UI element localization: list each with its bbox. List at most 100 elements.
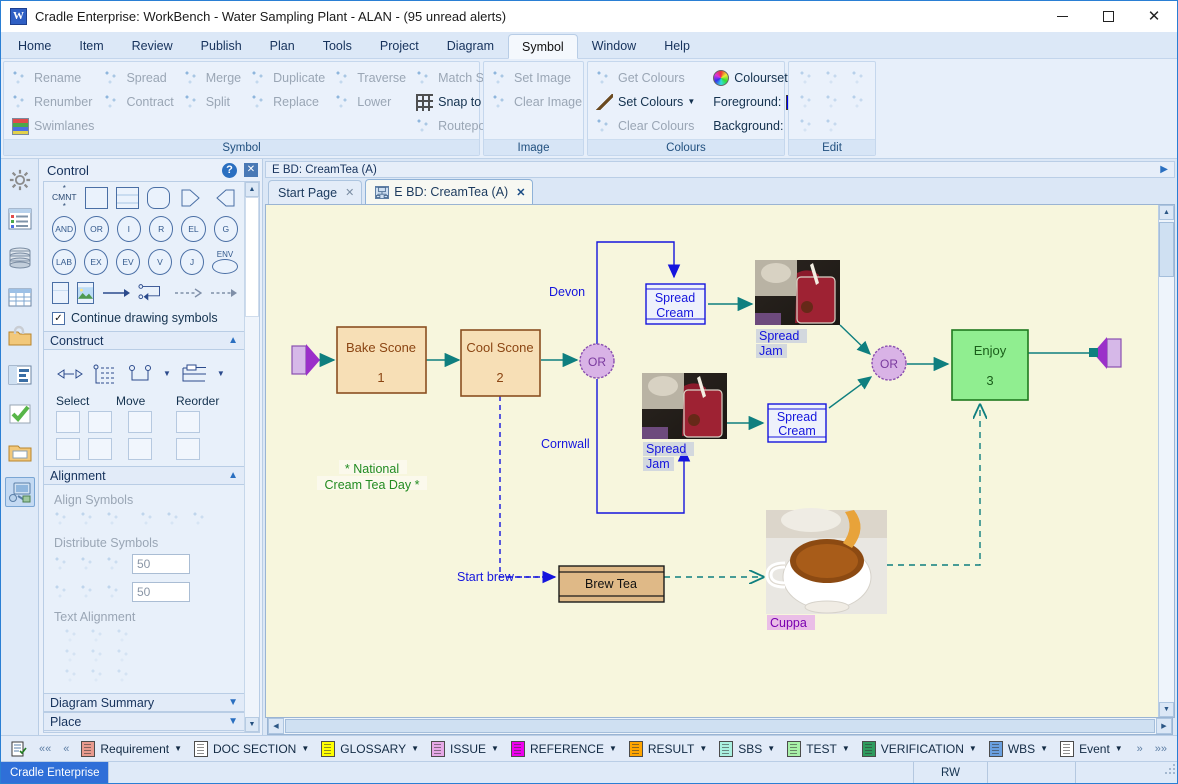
symbol-striped-rect[interactable] (115, 187, 139, 209)
symbol-left-arrow-shape[interactable] (212, 187, 238, 209)
symbol-g[interactable]: G (213, 216, 238, 242)
distribute-h-left-button[interactable] (54, 555, 71, 573)
find-icon[interactable] (798, 117, 816, 135)
distribute-h-right-button[interactable] (106, 555, 123, 573)
item-type-result[interactable]: RESULT ▼ (623, 738, 713, 760)
rail-item-database[interactable] (5, 243, 35, 273)
canvas-scroll-left-button[interactable]: ◀ (268, 718, 284, 734)
item-type-doc-section[interactable]: DOC SECTION ▼ (188, 738, 315, 760)
text-align-top-center-button[interactable] (90, 628, 107, 645)
move-down-button[interactable] (128, 438, 152, 460)
symbol-routed-link[interactable] (138, 282, 166, 304)
collapse-all-button[interactable]: «« (33, 738, 57, 760)
chevron-down-icon[interactable]: ▼ (491, 744, 499, 753)
align-top-button[interactable] (140, 511, 157, 528)
replace-all-icon[interactable] (824, 117, 842, 135)
scroll-up-button[interactable]: ▲ (245, 182, 259, 197)
canvas-vscroll-thumb[interactable] (1159, 222, 1174, 277)
tab-help[interactable]: Help (650, 33, 704, 58)
close-button[interactable]: ✕ (1131, 1, 1177, 32)
split-button[interactable]: Split (181, 90, 248, 114)
tab-item[interactable]: Item (65, 33, 117, 58)
canvas-hscroll-thumb[interactable] (285, 719, 1155, 733)
document-expand-icon[interactable]: ▶ (1160, 164, 1168, 175)
distribute-h-center-button[interactable] (80, 555, 97, 573)
rail-item-items[interactable] (5, 204, 35, 234)
align-bottom-button[interactable] (192, 511, 209, 528)
connect-tool[interactable] (56, 362, 84, 386)
align-left-button[interactable] (54, 511, 71, 528)
item-type-reference[interactable]: REFERENCE ▼ (505, 738, 623, 760)
remove-icon[interactable] (850, 93, 868, 111)
text-align-middle-right-button[interactable] (116, 648, 133, 665)
control-panel-scrollbar[interactable]: ▲ ▼ (244, 182, 259, 732)
item-type-glossary[interactable]: GLOSSARY ▼ (315, 738, 425, 760)
select-up-button[interactable] (88, 411, 112, 433)
close-icon[interactable]: ✕ (345, 186, 354, 199)
align-center-button[interactable] (80, 511, 97, 528)
text-align-bottom-left-button[interactable] (64, 668, 81, 685)
symbol-ex[interactable]: EX (84, 249, 108, 275)
chevron-down-icon[interactable]: ▼ (842, 744, 850, 753)
renumber-button[interactable]: Renumber (9, 90, 101, 114)
symbol-rect[interactable] (84, 187, 108, 209)
contract-button[interactable]: Contract (101, 90, 180, 114)
text-align-top-right-button[interactable] (116, 628, 133, 645)
symbol-el[interactable]: EL (181, 216, 206, 242)
continue-drawing-checkbox-row[interactable]: ✓ Continue drawing symbols (52, 311, 238, 325)
chevron-up-icon[interactable]: ▲ (228, 470, 238, 481)
swimlanes-button[interactable]: Swimlanes (9, 114, 101, 138)
lower-button[interactable]: Lower (332, 90, 413, 114)
text-align-bottom-right-button[interactable] (116, 668, 133, 685)
branch-tool[interactable] (126, 362, 154, 386)
tab-symbol[interactable]: Symbol (508, 34, 578, 59)
tab-plan[interactable]: Plan (256, 33, 309, 58)
symbol-ev[interactable]: EV (116, 249, 140, 275)
rail-item-diagram[interactable] (4, 477, 35, 507)
rail-item-folders[interactable] (5, 438, 35, 468)
select-down-button[interactable] (88, 438, 112, 460)
rail-item-table[interactable] (5, 282, 35, 312)
new-item-button[interactable] (5, 738, 33, 760)
merge-button[interactable]: Merge (181, 66, 248, 90)
branch-dropdown-icon[interactable]: ▼ (163, 370, 171, 378)
item-type-verification[interactable]: VERIFICATION ▼ (856, 738, 983, 760)
expand-right-button[interactable]: » (1131, 738, 1149, 760)
scrollbar-thumb[interactable] (245, 197, 259, 317)
minimize-button[interactable] (1039, 1, 1085, 32)
symbol-env[interactable]: ENV (212, 250, 238, 274)
paste-icon[interactable] (850, 69, 868, 87)
symbol-lab[interactable]: LAB (52, 249, 76, 275)
symbol-or[interactable]: OR (84, 216, 109, 242)
resize-grip[interactable] (1163, 762, 1177, 783)
distribute-v-top-button[interactable] (54, 583, 71, 601)
close-icon[interactable]: ✕ (516, 186, 525, 199)
symbol-rounded-rect[interactable] (146, 187, 170, 209)
symbol-image[interactable] (77, 282, 94, 304)
reorder-up-button[interactable] (176, 411, 200, 433)
set-image-button[interactable]: Set Image (489, 66, 589, 90)
symbol-comment[interactable]: * CMNT * (52, 184, 77, 210)
tab-review[interactable]: Review (118, 33, 187, 58)
chevron-down-icon[interactable]: ▼ (1115, 744, 1123, 753)
align-right-button[interactable] (106, 511, 123, 528)
item-type-sbs[interactable]: SBS ▼ (713, 738, 781, 760)
symbol-v[interactable]: V (148, 249, 172, 275)
cut-icon[interactable] (798, 69, 816, 87)
text-align-bottom-center-button[interactable] (90, 668, 107, 685)
symbol-and[interactable]: AND (52, 216, 77, 242)
copy-icon[interactable] (824, 69, 842, 87)
clear-image-button[interactable]: Clear Image (489, 90, 589, 114)
chevron-down-icon[interactable]: ▼ (699, 744, 707, 753)
text-align-middle-left-button[interactable] (64, 648, 81, 665)
symbol-dashed-solid-arrow[interactable] (210, 282, 238, 304)
maximize-button[interactable] (1085, 1, 1131, 32)
doc-tab-creamtea[interactable]: E BD: CreamTea (A) ✕ (365, 179, 534, 204)
item-type-issue[interactable]: ISSUE ▼ (425, 738, 505, 760)
distribute-v-middle-button[interactable] (80, 583, 97, 601)
distribute-v-bottom-button[interactable] (106, 583, 123, 601)
select-all-button[interactable] (56, 411, 80, 433)
text-align-middle-center-button[interactable] (90, 648, 107, 665)
help-icon[interactable]: ? (222, 162, 237, 178)
symbol-i[interactable]: I (116, 216, 141, 242)
